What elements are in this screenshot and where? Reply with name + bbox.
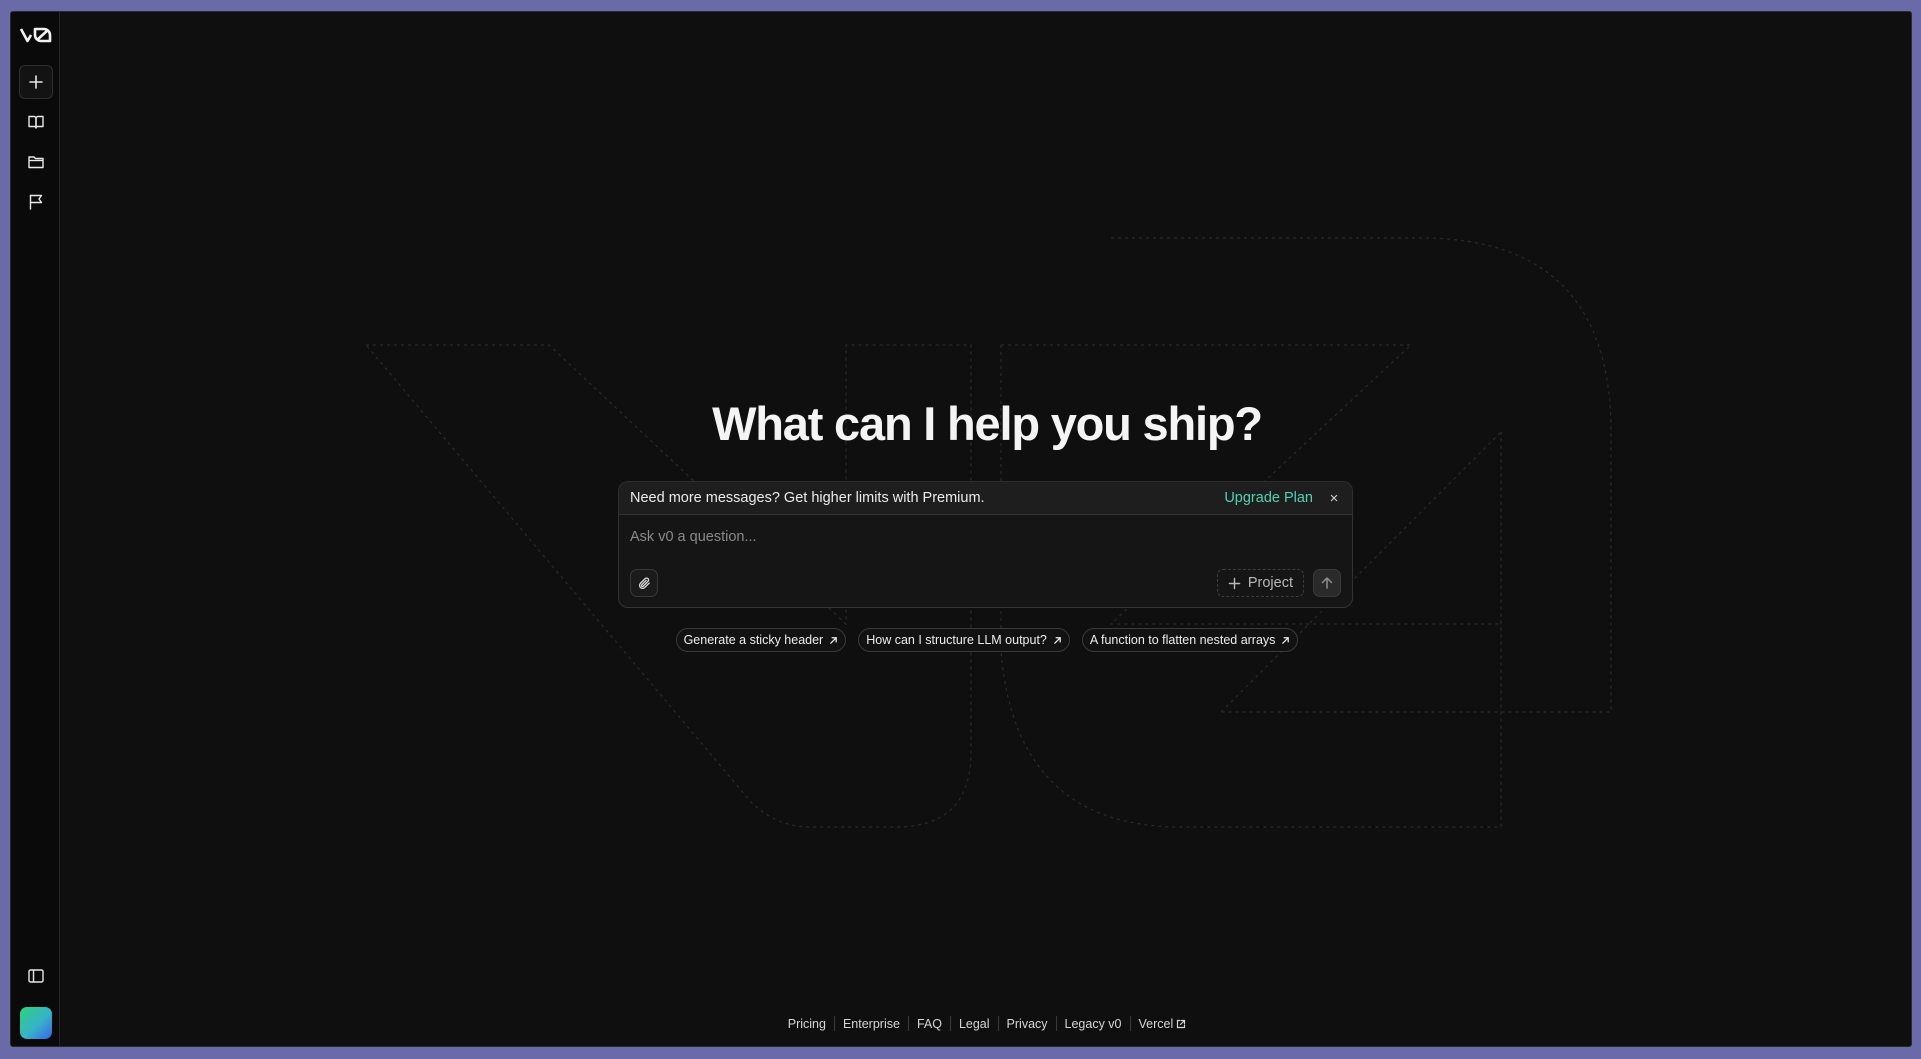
promo-text: Need more messages? Get higher limits wi… xyxy=(630,490,985,506)
footer-link-vercel-label: Vercel xyxy=(1138,1016,1174,1031)
suggestion-label: Generate a sticky header xyxy=(683,633,824,647)
footer-link-vercel[interactable]: Vercel xyxy=(1139,1017,1187,1031)
library-button[interactable] xyxy=(19,105,53,139)
feedback-button[interactable] xyxy=(19,185,53,219)
projects-button[interactable] xyxy=(19,145,53,179)
footer: Pricing Enterprise FAQ Legal Privacy Leg… xyxy=(61,1016,1911,1031)
plus-icon xyxy=(29,75,43,89)
prompt-box: Project xyxy=(618,514,1353,608)
footer-link-legal[interactable]: Legal xyxy=(959,1017,990,1031)
footer-link-pricing[interactable]: Pricing xyxy=(788,1017,826,1031)
footer-separator xyxy=(907,1016,909,1031)
arrow-up-icon xyxy=(1321,577,1333,589)
suggestion-label: How can I structure LLM output? xyxy=(866,633,1047,647)
app-window: What can I help you ship? Need more mess… xyxy=(10,11,1912,1047)
footer-separator xyxy=(997,1016,999,1031)
upgrade-plan-link[interactable]: Upgrade Plan xyxy=(1224,490,1313,506)
suggestion-chip[interactable]: A function to flatten nested arrays xyxy=(1081,628,1299,652)
suggestion-chip[interactable]: How can I structure LLM output? xyxy=(858,628,1070,652)
promo-banner: Need more messages? Get higher limits wi… xyxy=(618,481,1353,514)
footer-link-faq[interactable]: FAQ xyxy=(917,1017,942,1031)
prompt-input[interactable] xyxy=(630,526,1330,548)
footer-separator xyxy=(833,1016,835,1031)
book-icon xyxy=(28,115,44,129)
footer-link-enterprise[interactable]: Enterprise xyxy=(843,1017,900,1031)
send-button[interactable] xyxy=(1313,569,1341,597)
footer-separator xyxy=(949,1016,951,1031)
attach-button[interactable] xyxy=(630,569,658,597)
main-area: What can I help you ship? Need more mess… xyxy=(61,12,1911,1046)
flag-icon xyxy=(29,194,43,210)
sidebar xyxy=(11,12,60,1046)
close-icon[interactable]: × xyxy=(1327,490,1341,507)
footer-separator xyxy=(1129,1016,1131,1031)
footer-link-legacy-v0[interactable]: Legacy v0 xyxy=(1065,1017,1122,1031)
page-headline: What can I help you ship? xyxy=(712,397,1263,450)
toggle-sidebar-button[interactable] xyxy=(19,959,53,993)
sidebar-icon xyxy=(28,969,44,983)
v0-logo[interactable] xyxy=(20,26,52,44)
suggestion-label: A function to flatten nested arrays xyxy=(1089,633,1276,647)
project-button-label: Project xyxy=(1247,575,1293,591)
suggestion-chip[interactable]: Generate a sticky header xyxy=(675,628,847,652)
project-button[interactable]: Project xyxy=(1216,569,1304,597)
footer-link-privacy[interactable]: Privacy xyxy=(1007,1017,1048,1031)
user-avatar[interactable] xyxy=(20,1007,52,1039)
paperclip-icon xyxy=(638,576,650,589)
footer-separator xyxy=(1055,1016,1057,1031)
arrow-up-right-icon xyxy=(830,636,838,644)
external-link-icon xyxy=(1177,1019,1186,1028)
plus-icon xyxy=(1228,577,1241,589)
arrow-up-right-icon xyxy=(1054,636,1061,644)
suggestions: Generate a sticky header How can I struc… xyxy=(61,628,1911,652)
new-chat-button[interactable] xyxy=(19,65,53,99)
arrow-up-right-icon xyxy=(1282,636,1290,644)
folder-icon xyxy=(28,156,44,169)
